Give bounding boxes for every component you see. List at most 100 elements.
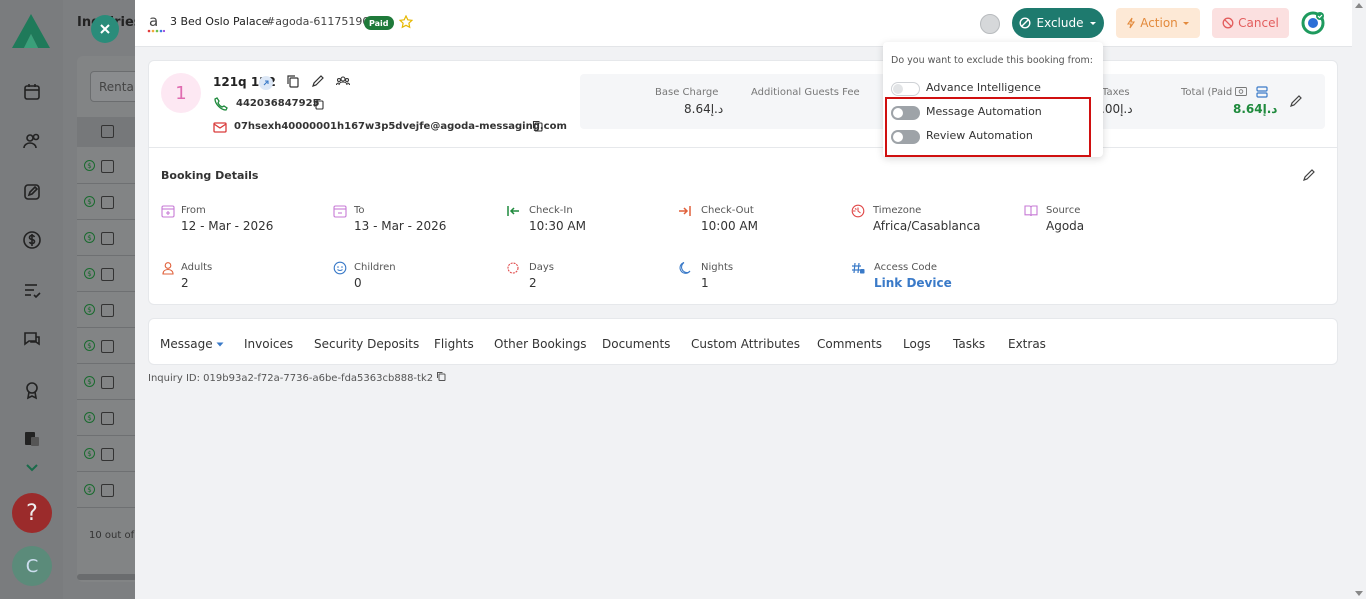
scroll-down-arrow-icon[interactable] — [1355, 591, 1363, 596]
chat-icon[interactable] — [20, 327, 44, 351]
group-icon[interactable] — [336, 74, 350, 88]
dollar-status-icon: $ — [84, 232, 95, 243]
tab-message[interactable]: Message — [160, 337, 224, 351]
svg-text:a: a — [149, 12, 158, 30]
caret-down-icon — [1089, 22, 1096, 25]
nights-value: 1 — [701, 276, 709, 290]
guest-phone: 442036847925 — [236, 98, 320, 109]
tab-custom-attributes[interactable]: Custom Attributes — [691, 337, 800, 351]
adults-label: Adults — [181, 262, 213, 273]
exclude-button[interactable]: Exclude — [1012, 8, 1104, 38]
source-value: Agoda — [1046, 219, 1085, 233]
guest-email: 07hsexh40000001h167w3p5dvejfe@agoda-mess… — [234, 121, 567, 132]
check-out-label: Check-Out — [701, 205, 754, 216]
caret-down-icon — [1182, 22, 1189, 25]
task-list-icon[interactable] — [20, 278, 44, 302]
document-icon[interactable] — [20, 427, 44, 451]
booking-drawer: a 3 Bed Oslo Palace #agoda-611751907 Pai… — [135, 0, 1366, 599]
agoda-logo-icon: a — [147, 12, 165, 33]
dollar-status-icon: $ — [84, 160, 95, 171]
advance-intelligence-label: Advance Intelligence — [926, 81, 1041, 94]
caret-down-icon — [216, 342, 224, 347]
advance-intelligence-toggle[interactable] — [891, 82, 920, 96]
copy-icon[interactable] — [531, 119, 545, 133]
tab-message-label: Message — [160, 337, 213, 351]
days-value: 2 — [529, 276, 537, 290]
external-link-icon[interactable] — [259, 76, 273, 90]
background-header-checkbox — [101, 125, 114, 138]
scroll-up-arrow-icon[interactable] — [1355, 3, 1363, 8]
breakdown-list-icon[interactable] — [1256, 86, 1268, 98]
from-label: From — [181, 205, 206, 216]
edit-details-pencil-icon[interactable] — [1302, 168, 1316, 182]
copy-icon[interactable] — [436, 371, 446, 381]
calendar-remove-icon — [333, 205, 347, 218]
additional-guests-fee-label: Additional Guests Fee — [751, 87, 860, 98]
action-button-label: Action — [1140, 16, 1178, 30]
dollar-status-icon: $ — [84, 484, 95, 495]
cancel-button-label: Cancel — [1238, 16, 1279, 30]
phone-icon — [214, 97, 228, 111]
background-scrollbar — [77, 574, 137, 580]
dollar-status-icon: $ — [84, 304, 95, 315]
source-label: Source — [1046, 205, 1081, 216]
app-sidebar: ? C — [0, 0, 63, 599]
star-icon[interactable] — [399, 15, 413, 29]
pencil-icon[interactable] — [311, 74, 325, 88]
link-device-link[interactable]: Link Device — [874, 276, 952, 290]
lightning-icon — [1127, 17, 1136, 29]
sync-status-icon[interactable] — [1301, 11, 1325, 35]
edit-square-icon[interactable] — [20, 180, 44, 204]
tab-flights[interactable]: Flights — [434, 337, 474, 351]
dollar-status-icon: $ — [84, 448, 95, 459]
status-indicator[interactable] — [980, 14, 1000, 34]
background-row-checkbox — [101, 484, 114, 497]
sun-days-icon — [507, 262, 519, 274]
tab-logs[interactable]: Logs — [903, 337, 931, 351]
block-icon — [1222, 17, 1234, 29]
card-divider — [148, 147, 1338, 148]
tab-invoices[interactable]: Invoices — [244, 337, 293, 351]
check-in-icon — [507, 206, 519, 216]
copy-icon[interactable] — [312, 97, 326, 111]
exclude-dropdown-question: Do you want to exclude this booking from… — [891, 55, 1093, 66]
tab-tasks[interactable]: Tasks — [953, 337, 985, 351]
background-row-checkbox — [101, 304, 114, 317]
drawer-scrollbar[interactable] — [1352, 0, 1366, 599]
app-logo-icon[interactable] — [10, 12, 52, 50]
timezone-icon — [851, 204, 865, 218]
guests-icon[interactable] — [20, 129, 44, 153]
tab-other-bookings[interactable]: Other Bookings — [494, 337, 587, 351]
timezone-value: Africa/Casablanca — [873, 219, 981, 233]
tab-documents[interactable]: Documents — [602, 337, 670, 351]
from-value: 12 - Mar - 2026 — [181, 219, 274, 233]
children-icon — [333, 261, 347, 275]
action-button[interactable]: Action — [1116, 8, 1200, 38]
property-name[interactable]: 3 Bed Oslo Palace — [170, 15, 268, 28]
payment-status-badge: Paid — [364, 16, 394, 30]
edit-charges-pencil-icon[interactable] — [1289, 94, 1303, 108]
check-out-icon — [679, 206, 691, 216]
guest-avatar: 1 — [161, 73, 201, 113]
access-code-icon — [852, 262, 865, 274]
tab-security-deposits[interactable]: Security Deposits — [314, 337, 419, 351]
mail-icon — [213, 122, 227, 133]
cash-icon — [1235, 87, 1248, 96]
highlight-box — [885, 97, 1091, 157]
user-avatar[interactable]: C — [12, 546, 52, 586]
award-icon[interactable] — [20, 378, 44, 402]
booking-reference: #agoda-611751907 — [266, 15, 377, 28]
help-button[interactable]: ? — [12, 493, 52, 533]
tab-extras[interactable]: Extras — [1008, 337, 1046, 351]
calendar-icon[interactable] — [20, 80, 44, 104]
dollar-status-icon: $ — [84, 376, 95, 387]
close-drawer-button[interactable] — [91, 15, 119, 43]
tab-comments[interactable]: Comments — [817, 337, 882, 351]
chevron-down-icon[interactable] — [20, 455, 44, 479]
base-charge-label: Base Charge — [655, 87, 719, 98]
copy-icon[interactable] — [286, 74, 300, 88]
adults-value: 2 — [181, 276, 189, 290]
cancel-booking-button[interactable]: Cancel — [1212, 8, 1289, 38]
inquiry-id: Inquiry ID: 019b93a2-f72a-7736-a6be-fda5… — [148, 371, 446, 384]
dollar-icon[interactable] — [20, 228, 44, 252]
